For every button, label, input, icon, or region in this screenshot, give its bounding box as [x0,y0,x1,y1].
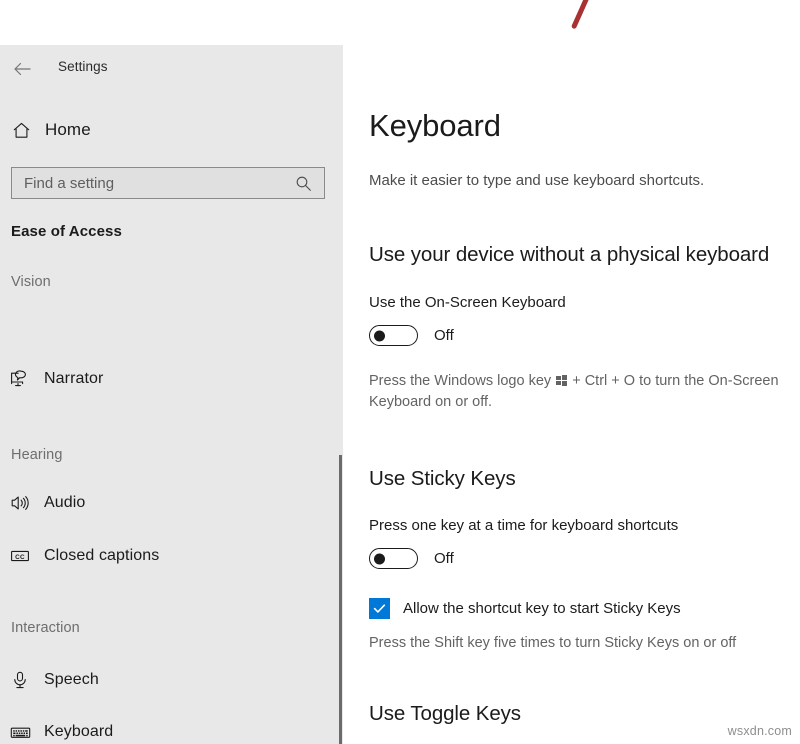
search-input[interactable] [12,168,290,198]
sidebar-group-label-hearing: Hearing [11,447,62,463]
sidebar-item-label: Speech [44,671,99,689]
sidebar-item-keyboard[interactable]: Keyboard [0,715,343,744]
speaker-volume-icon [9,492,31,514]
sidebar-home-label: Home [45,120,91,140]
svg-text:CC: CC [15,554,25,561]
search-box[interactable] [11,167,325,199]
checkbox-label: Allow the shortcut key to start Sticky K… [403,600,681,617]
sidebar-group-label-vision: Vision [11,274,51,290]
closed-captions-icon: CC [9,545,31,567]
toggle-row-sticky-keys: Off [369,548,454,569]
checkbox-allow-shortcut-key[interactable] [369,598,390,619]
back-arrow-icon[interactable] [10,57,34,81]
page-subtitle: Make it easier to type and use keyboard … [369,172,704,189]
sidebar-category-title: Ease of Access [11,223,122,240]
sidebar-scrollbar-thumb[interactable] [339,455,342,744]
toggle-state-label: Off [434,550,454,567]
setting-label-sticky-keys: Press one key at a time for keyboard sho… [369,517,678,534]
keyboard-icon [9,721,31,743]
toggle-on-screen-keyboard[interactable] [369,325,418,346]
setting-label-on-screen-keyboard: Use the On-Screen Keyboard [369,294,566,311]
sidebar-item-label: Audio [44,494,85,512]
toggle-row-on-screen-keyboard: Off [369,325,454,346]
sidebar-item-label: Closed captions [44,547,159,565]
page-title: Keyboard [369,108,501,144]
sidebar-header: Settings [0,45,343,91]
settings-sidebar: Settings Home Ease of Access Vision [0,45,343,744]
sidebar-item-closed-captions[interactable]: CC Closed captions [0,539,343,573]
sidebar-item-label: Narrator [44,370,103,388]
watermark: wsxdn.com [728,724,792,738]
checkbox-row-sticky-keys-shortcut[interactable]: Allow the shortcut key to start Sticky K… [369,598,681,619]
hint-on-screen-keyboard: Press the Windows logo key + Ctrl + O to… [369,371,800,413]
hint-text-before: Press the Windows logo key [369,373,555,389]
narrator-monitor-icon [9,368,31,390]
window-title: Settings [58,59,108,74]
hint-sticky-keys: Press the Shift key five times to turn S… [369,633,800,654]
section-heading-no-physical-keyboard: Use your device without a physical keybo… [369,243,769,267]
settings-window: Settings Home Ease of Access Vision [0,0,800,744]
sidebar-item-label: Keyboard [44,723,113,741]
toggle-knob [374,553,385,564]
toggle-knob [374,330,385,341]
sidebar-item-audio[interactable]: Audio [0,486,343,520]
search-icon[interactable] [290,175,316,192]
main-content: Keyboard Make it easier to type and use … [343,0,800,744]
sidebar-item-narrator[interactable]: Narrator [0,362,343,396]
windows-logo-key-icon [556,375,567,386]
section-heading-toggle-keys: Use Toggle Keys [369,702,521,726]
sidebar-item-home[interactable]: Home [0,113,343,147]
sidebar-group-label-interaction: Interaction [11,620,80,636]
microphone-icon [9,669,31,691]
section-heading-sticky-keys: Use Sticky Keys [369,467,516,491]
home-icon [11,120,31,140]
toggle-sticky-keys[interactable] [369,548,418,569]
sidebar-item-speech[interactable]: Speech [0,663,343,697]
toggle-state-label: Off [434,327,454,344]
